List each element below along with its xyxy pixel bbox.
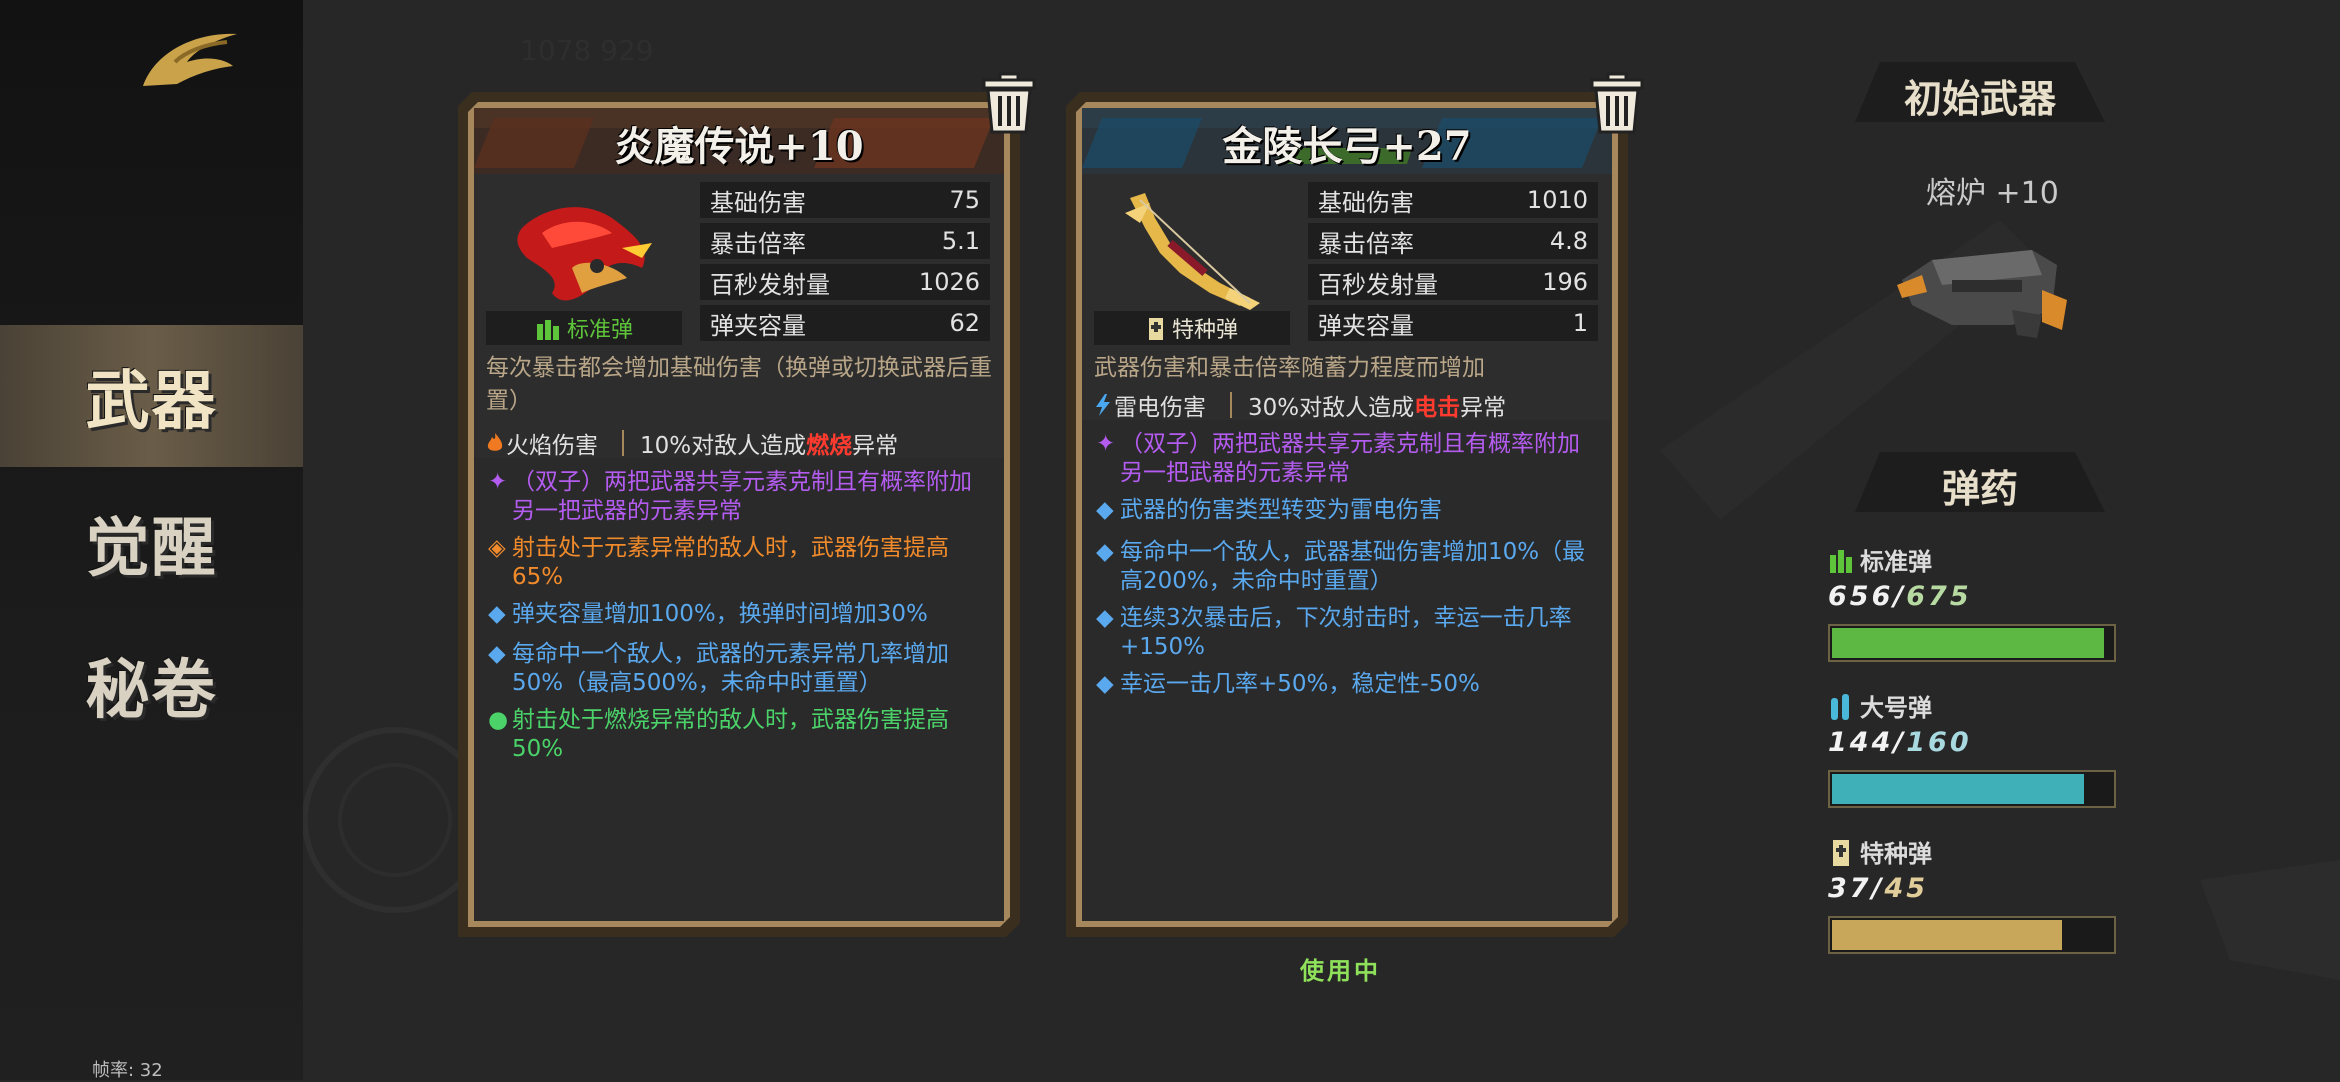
weapon-stats: 基础伤害 75 暴击倍率 5.1 百秒发射量 1026 弹夹容量 62 (700, 182, 990, 346)
lightning-icon (1096, 394, 1110, 416)
in-use-label: 使用中 (1300, 957, 1381, 985)
weapon-title: 金陵长弓+27 (1222, 123, 1472, 170)
ammo-name: 大号弹 (1860, 694, 1932, 722)
standard-ammo-icon (536, 320, 559, 340)
delete-weapon-trash-icon[interactable] (980, 70, 1038, 136)
ammo-progress-bar (1828, 770, 2116, 808)
ammo-type-chip: 特种弹 (1094, 311, 1290, 345)
damage-info-line: 火焰伤害 10%对敌人造成 燃烧 异常 (486, 426, 992, 460)
stat-row: 百秒发射量 1026 (700, 264, 990, 300)
ammo-special: 特种弹 37/45 (1828, 834, 2118, 954)
weapon-flame-demon-image (517, 207, 652, 301)
ammo-count: 656/675 (1828, 581, 1972, 612)
fps-counter: 帧率: 32 (92, 1060, 163, 1081)
stat-row: 百秒发射量 196 (1308, 264, 1598, 300)
weapon-description: 每次暴击都会增加基础伤害（换弹或切换武器后重置） (486, 355, 992, 414)
perk-item: ◈ 射击处于元素异常的敌人时，武器伤害提高65% (488, 535, 949, 590)
status-name: 电击 (1414, 395, 1461, 421)
initial-weapon-header: 初始武器 (1855, 62, 2105, 122)
ammo-standard: 标准弹 656/675 (1828, 542, 2118, 662)
damage-info-line: 雷电伤害 30%对敌人造成 电击 异常 (1094, 388, 1600, 422)
weapon-title: 炎魔传说+10 (614, 123, 864, 170)
furnace-weapon-image[interactable] (1892, 230, 2072, 340)
fire-icon (487, 433, 503, 451)
ammo-large: 大号弹 144/160 (1828, 688, 2118, 808)
ammo-count: 144/160 (1828, 727, 1972, 758)
perk-list: ✦ （双子）两把武器共享元素克制且有概率附加另一把武器的元素异常 ◈ 射击处于元素异… (474, 458, 1004, 921)
ammo-name: 标准弹 (1860, 548, 1932, 576)
perk-item: ◆ 幸运一击几率+50%，稳定性-50% (1096, 671, 1480, 697)
weapon-stats: 基础伤害 1010 暴击倍率 4.8 百秒发射量 196 弹夹容量 1 (1308, 182, 1598, 346)
stat-row: 暴击倍率 5.1 (700, 223, 990, 259)
delete-weapon-trash-icon[interactable] (1588, 70, 1646, 136)
ammo-bar-fill (1832, 774, 2084, 804)
damage-type-label: 雷电伤害 (1114, 395, 1206, 421)
nav-tab-weapons[interactable]: 武器 (0, 325, 303, 467)
game-logo-icon (143, 33, 237, 86)
stat-row: 暴击倍率 4.8 (1308, 223, 1598, 259)
special-ammo-icon (1833, 839, 1849, 866)
weapon-golden-longbow-image (1125, 193, 1260, 310)
stat-row: 基础伤害 75 (700, 182, 990, 218)
perk-item: ◆ 每命中一个敌人，武器基础伤害增加10%（最高200%，未命中时重置） (1096, 539, 1586, 594)
perk-list: ✦ （双子）两把武器共享元素克制且有概率附加另一把武器的元素异常 ◆ 武器的伤害类型… (1082, 420, 1612, 921)
ammo-progress-bar (1828, 624, 2116, 662)
special-ammo-icon (1148, 318, 1163, 340)
perk-item: ✦ （双子）两把武器共享元素克制且有概率附加另一把武器的元素异常 (488, 469, 972, 524)
perk-item: ◆ 弹夹容量增加100%，换弹时间增加30% (488, 601, 928, 627)
weapon-card-2[interactable]: 金陵长弓+27 特种弹 基础伤害 1010 暴击倍率 4.8 百秒发射量 196 弹夹… (1066, 72, 1644, 937)
ammo-progress-bar (1828, 916, 2116, 954)
stat-row: 弹夹容量 1 (1308, 305, 1598, 341)
status-name: 燃烧 (806, 433, 853, 459)
damage-type-label: 火焰伤害 (506, 433, 598, 459)
standard-ammo-icon (1830, 549, 1852, 573)
ammo-type-label: 特种弹 (1171, 318, 1238, 343)
ammo-title: 弹药 (1941, 466, 2018, 511)
svg-text:1078 929: 1078 929 (520, 34, 654, 67)
ammo-type-label: 标准弹 (566, 318, 633, 343)
ammo-bar-fill (1832, 628, 2105, 658)
stat-row: 弹夹容量 62 (700, 305, 990, 341)
perk-item: ◆ 连续3次暴击后，下次射击时，幸运一击几率+150% (1096, 605, 1572, 660)
perk-item: ◆ 武器的伤害类型转变为雷电伤害 (1096, 497, 1442, 523)
perk-item: ◆ 每命中一个敌人，武器的元素异常几率增加50%（最高500%，未命中时重置） (488, 641, 949, 696)
perk-item: ✦ （双子）两把武器共享元素克制且有概率附加另一把武器的元素异常 (1096, 431, 1580, 486)
perk-item: ● 射击处于燃烧异常的敌人时，武器伤害提高50% (488, 707, 949, 762)
weapon-card-1[interactable]: 炎魔传说+10 标准弹 基础伤害 75 暴击倍率 5.1 百秒发射量 1026 弹夹容… (458, 72, 1036, 937)
weapon-description: 武器伤害和暴击倍率随蓄力程度而增加 (1094, 355, 1485, 381)
ammo-name: 特种弹 (1860, 840, 1932, 868)
stat-row: 基础伤害 1010 (1308, 182, 1598, 218)
nav-tab-scrolls[interactable]: 秘卷 (0, 614, 303, 756)
ammo-bar-fill (1832, 920, 2063, 950)
large-ammo-icon (1831, 693, 1849, 720)
nav-tab-awaken[interactable]: 觉醒 (0, 472, 303, 614)
initial-weapon-title: 初始武器 (1903, 76, 2056, 121)
initial-weapon-name: 熔炉 +10 (1926, 176, 2059, 211)
ammo-type-chip: 标准弹 (486, 311, 682, 345)
ammo-count: 37/45 (1828, 873, 1929, 904)
ammo-header: 弹药 (1855, 452, 2105, 512)
left-sidebar: 武器 觉醒 秘卷 帧率: 32 (0, 0, 303, 1081)
